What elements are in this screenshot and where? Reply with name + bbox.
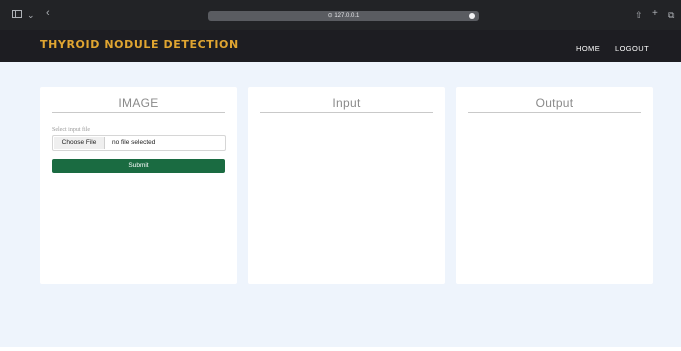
url-text: ⊙ 127.0.0.1 [327,13,360,19]
output-panel-title: Output [535,96,574,110]
choose-file-button[interactable]: Choose File [54,137,105,149]
submit-button[interactable]: Submit [52,159,225,173]
tabs-icon[interactable]: ⧉ [668,9,674,21]
input-panel-title: Input [332,96,361,110]
divider [260,112,433,113]
divider [52,112,225,113]
nav-home-link[interactable]: HOME [576,44,600,53]
image-panel-title: IMAGE [118,96,159,110]
share-icon[interactable]: ⇧ [635,9,643,21]
brand-title: THYROID NODULE DETECTION [40,38,239,51]
file-input-label: Select input file [52,127,90,133]
new-tab-icon[interactable]: + [652,8,658,20]
output-panel: Output [456,87,653,284]
lock-icon: ⊙ [327,13,333,19]
nav-logout-link[interactable]: LOGOUT [615,44,649,53]
main-content: IMAGE Select input file Choose File no f… [0,62,681,347]
sidebar-icon[interactable] [12,9,22,21]
address-bar[interactable]: ⊙ 127.0.0.1 [208,11,479,21]
reload-icon[interactable] [469,13,475,19]
chevron-down-icon[interactable]: ⌄ [27,9,35,21]
browser-toolbar: ⌄ ‹ ⊙ 127.0.0.1 ⇧ + ⧉ [0,0,681,30]
divider [468,112,641,113]
file-input[interactable]: Choose File no file selected [52,135,226,151]
image-panel: IMAGE Select input file Choose File no f… [40,87,237,284]
app-header: THYROID NODULE DETECTION HOME LOGOUT [0,30,681,62]
input-panel: Input [248,87,445,284]
file-status-text: no file selected [112,139,156,146]
back-icon[interactable]: ‹ [46,7,50,19]
